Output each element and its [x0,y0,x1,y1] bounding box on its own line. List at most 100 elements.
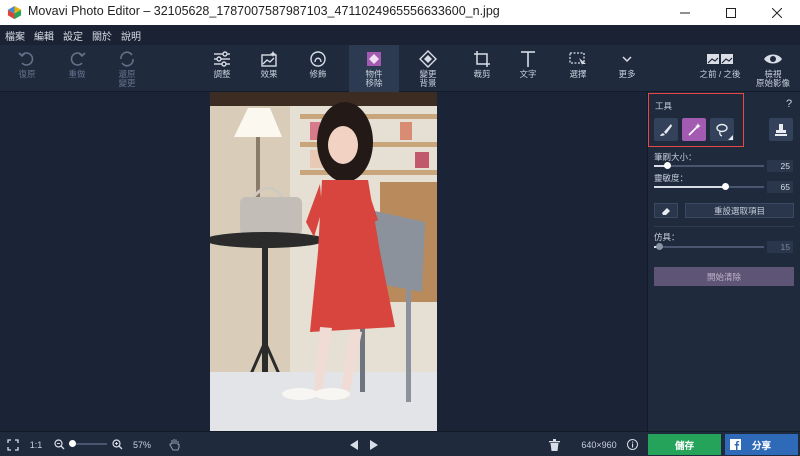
zoom-in-icon [111,439,122,450]
view-original-label: 檢視 原始影像 [755,69,790,88]
facebook-icon [730,439,741,450]
change-background-label: 變更 背景 [419,69,437,88]
change-background-button[interactable]: 變更 背景 [408,45,448,92]
previous-image-button[interactable] [346,432,362,456]
redo-button[interactable]: 重做 [60,45,94,92]
zoom-1to1-button[interactable]: 1:1 [26,432,46,456]
image-info-button[interactable] [624,432,640,456]
object-removal-button[interactable]: 物件 移除 [349,45,399,92]
undo-button[interactable]: 復原 [10,45,44,92]
sliders-icon [214,51,230,67]
fullscreen-icon [7,438,19,451]
brush-tool-button[interactable] [654,118,678,141]
more-label: 更多 [618,69,636,79]
zoom-out-button[interactable] [52,432,66,456]
image-size: 640×960 [581,439,617,450]
select-button[interactable]: 選擇 [560,45,596,92]
zoom-out-icon [53,439,64,450]
share-button[interactable]: 分享 [725,434,798,455]
menu-file[interactable]: 檔案 [5,28,25,43]
menu-about[interactable]: 關於 [92,28,112,43]
trash-icon [548,438,560,451]
crop-icon [474,51,490,67]
reset-selection-button[interactable]: 重設選取項目 [685,203,794,218]
view-original-button[interactable]: 檢視 原始影像 [750,45,796,92]
magic-wand-tool-button[interactable] [682,118,706,141]
photo-illustration [210,92,437,431]
maximize-icon [726,7,736,18]
refresh-icon [120,51,134,67]
select-label: 選擇 [569,69,587,79]
before-after-icon [707,54,733,64]
photo-image[interactable] [210,92,437,431]
bottom-bar: 1:1 57% 640×960 儲存 分享 [0,431,800,456]
retouch-label: 修飾 [309,69,327,79]
restore-label: 還原 變更 [118,69,136,88]
minimize-button[interactable] [662,0,708,25]
corner-arrow-icon [728,135,733,140]
window-title: Movavi Photo Editor – 32105628_178700758… [28,4,500,18]
stamp-tool-button[interactable] [769,118,793,141]
stamp-icon [775,123,787,136]
minimize-icon [680,12,690,13]
start-erase-button[interactable]: 開始清除 [654,267,794,286]
app-logo-icon [7,5,22,20]
tools-label: 工具 [655,101,673,111]
undo-icon [18,52,34,66]
menu-help[interactable]: 說明 [121,28,141,43]
effects-label: 效果 [260,69,278,79]
before-after-label: 之前 / 之後 [699,69,741,79]
close-button[interactable] [754,0,800,25]
eye-icon [764,54,782,64]
photo-editor-window: Movavi Photo Editor – 32105628_178700758… [0,0,800,456]
effects-button[interactable]: 效果 [251,45,287,92]
effects-icon [261,51,277,67]
crop-button[interactable]: 裁剪 [464,45,500,92]
lasso-tool-button[interactable] [710,118,734,141]
menu-settings[interactable]: 設定 [63,28,83,43]
before-after-button[interactable]: 之前 / 之後 [695,45,745,92]
maximize-button[interactable] [708,0,754,25]
next-image-button[interactable] [366,432,382,456]
pan-hand-button[interactable] [166,432,184,456]
retouch-button[interactable]: 修飾 [300,45,336,92]
canvas-area[interactable] [0,92,647,431]
retouch-icon [310,51,326,67]
delete-button[interactable] [545,432,563,456]
panel-divider [654,226,794,227]
triangle-right-icon [370,439,378,450]
undo-label: 復原 [18,69,36,79]
adjust-label: 調整 [213,69,231,79]
select-icon [569,52,586,67]
chevron-down-icon [622,56,632,63]
fit-screen-button[interactable] [2,432,24,456]
sensitivity-value[interactable]: 65 [767,181,793,193]
object-removal-icon [367,52,381,66]
close-icon [772,7,782,18]
toolbar: 復原 重做 還原 變更 調整 效果 修飾 物件 移除 變更 背景 裁剪 文字 選… [0,45,800,92]
text-label: 文字 [519,69,537,79]
crop-label: 裁剪 [473,69,491,79]
adjust-button[interactable]: 調整 [204,45,240,92]
menu-bar: 檔案 編輯 設定 關於 說明 [0,25,800,45]
brush-icon [660,123,672,136]
stamp-label: 仿具： [654,232,680,242]
menu-edit[interactable]: 編輯 [34,28,54,43]
save-button[interactable]: 儲存 [648,434,721,455]
redo-label: 重做 [68,69,86,79]
text-button[interactable]: 文字 [510,45,546,92]
help-button[interactable]: ? [786,98,792,110]
lasso-icon [716,123,728,137]
stamp-value[interactable]: 15 [767,241,793,253]
eraser-icon [662,207,670,215]
eraser-button[interactable] [654,203,678,218]
magic-wand-icon [688,122,701,136]
info-icon [626,439,638,450]
more-button[interactable]: 更多 [612,45,642,92]
restore-changes-button[interactable]: 還原 變更 [110,45,144,92]
zoom-in-button[interactable] [110,432,124,456]
sensitivity-label: 靈敏度： [654,173,689,183]
brush-size-value[interactable]: 25 [767,160,793,172]
redo-icon [70,52,86,66]
brush-size-label: 筆刷大小： [654,152,697,162]
